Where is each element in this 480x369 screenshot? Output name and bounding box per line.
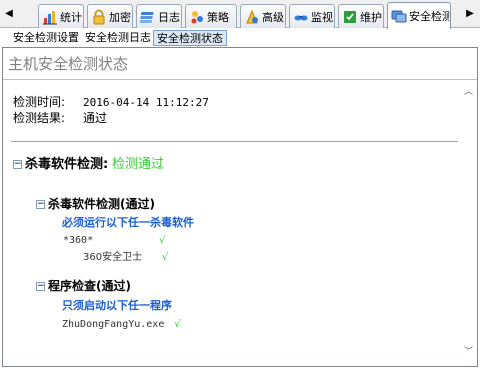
subtab-security-check-log[interactable]: 安全检测日志 <box>82 30 154 46</box>
tab-policy[interactable]: 策略 <box>185 4 237 28</box>
tab-log[interactable]: 日志 <box>136 4 182 28</box>
antivirus-section-header: − 杀毒软件检测: 检测通过 <box>13 153 164 172</box>
main-tab-strip: ◀ 统计 加密 日志 策略 高级 监视 维护 安全检测 ▶ <box>0 0 480 29</box>
checkmark-icon: √ <box>158 235 166 246</box>
antivirus-group: *360* <box>63 235 94 246</box>
antivirus-sub-heading: 杀毒软件检测(通过) <box>48 197 155 211</box>
tab-encryption[interactable]: 加密 <box>87 4 133 28</box>
antivirus-item-row: 360安全卫士 √ <box>83 248 168 263</box>
security-check-icon <box>391 8 407 24</box>
program-item-row: ZhuDongFangYu.exe √ <box>62 316 181 330</box>
program-subsection-header: − 程序检查(通过) <box>36 277 131 294</box>
title-divider <box>3 79 477 80</box>
page-title: 主机安全检测状态 <box>8 55 129 73</box>
antivirus-group-row: *360* √ <box>63 232 165 246</box>
program-item: ZhuDongFangYu.exe <box>62 319 165 330</box>
antivirus-requirement: 必须运行以下任一杀毒软件 <box>62 216 194 229</box>
collapse-toggle-icon[interactable]: − <box>36 282 45 291</box>
check-result-label: 检测结果: <box>13 111 66 125</box>
tab-label: 加密 <box>109 10 131 24</box>
tab-advanced[interactable]: 高级 <box>240 4 286 28</box>
lock-icon <box>91 9 107 25</box>
collapse-toggle-icon[interactable]: − <box>13 160 22 169</box>
log-icon <box>139 9 156 25</box>
check-time-label: 检测时间: <box>13 95 66 109</box>
vertical-scrollbar[interactable]: ︿ ﹀ <box>460 80 477 366</box>
program-requirement: 只须启动以下任一程序 <box>62 299 172 312</box>
policy-icon <box>189 9 205 25</box>
maintenance-icon <box>342 9 358 25</box>
subtab-security-check-status[interactable]: 安全检测状态 <box>153 30 227 46</box>
checkmark-icon: √ <box>174 319 181 330</box>
tab-scroll-left-button[interactable]: ◀ <box>2 5 16 23</box>
tab-statistics[interactable]: 统计 <box>38 4 84 28</box>
scroll-down-icon[interactable]: ﹀ <box>460 344 477 360</box>
subtab-security-check-settings[interactable]: 安全检测设置 <box>10 30 82 46</box>
tab-label: 监视 <box>311 10 333 24</box>
tab-scroll-right-button[interactable]: ▶ <box>463 5 477 23</box>
collapse-toggle-icon[interactable]: − <box>36 200 45 209</box>
antivirus-item: 360安全卫士 <box>83 252 143 263</box>
checkmark-icon: √ <box>161 252 169 263</box>
scroll-up-icon[interactable]: ︿ <box>460 84 477 100</box>
check-time-row: 检测时间: 2016-04-14 11:12:27 <box>13 93 209 110</box>
program-heading: 程序检查(通过) <box>48 279 131 293</box>
antivirus-heading: 杀毒软件检测: <box>25 157 109 172</box>
tab-label: 维护 <box>360 10 382 24</box>
tab-monitor[interactable]: 监视 <box>289 4 335 28</box>
status-panel: 主机安全检测状态 检测时间: 2016-04-14 11:12:27 检测结果: 通… <box>2 47 478 367</box>
tab-maintenance[interactable]: 维护 <box>338 4 384 28</box>
advanced-icon <box>244 9 260 25</box>
monitor-icon <box>293 9 309 25</box>
antivirus-subsection-header: − 杀毒软件检测(通过) <box>36 195 155 212</box>
tab-label: 策略 <box>207 10 229 24</box>
check-result-row: 检测结果: 通过 <box>13 109 107 126</box>
tab-label: 统计 <box>60 10 82 24</box>
tab-label: 安全检测 <box>409 10 451 23</box>
section-divider <box>11 141 458 142</box>
antivirus-status: 检测通过 <box>112 157 165 172</box>
sub-tab-strip: 安全检测设置 安全检测日志 安全检测状态 <box>0 29 480 47</box>
check-result-value: 通过 <box>83 111 108 125</box>
check-time-value: 2016-04-14 11:12:27 <box>83 96 209 109</box>
tab-label: 高级 <box>262 10 284 24</box>
tab-security-check[interactable]: 安全检测 <box>387 2 451 29</box>
tab-label: 日志 <box>158 10 180 24</box>
bar-chart-icon <box>42 9 58 25</box>
